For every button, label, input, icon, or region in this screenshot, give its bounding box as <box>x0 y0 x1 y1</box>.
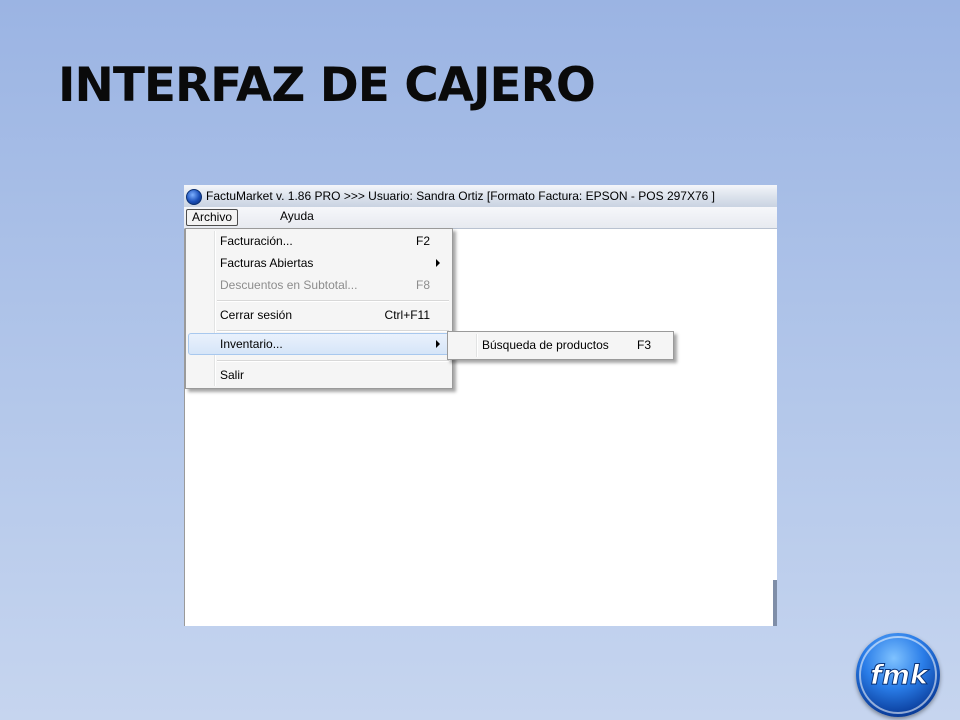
app-icon <box>186 189 202 205</box>
menu-item-busqueda-productos[interactable]: Búsqueda de productos F3 <box>450 334 671 356</box>
menu-item-label: Búsqueda de productos <box>482 338 609 352</box>
menu-item-label: Salir <box>220 368 245 382</box>
archivo-dropdown: Facturación... F2 Facturas Abiertas Desc… <box>185 228 453 389</box>
menu-item-inventario[interactable]: Inventario... <box>188 333 450 355</box>
menu-item-salir[interactable]: Salir <box>188 364 450 386</box>
menu-item-label: Inventario... <box>220 337 283 351</box>
menu-item-shortcut: F3 <box>636 338 651 352</box>
menu-item-shortcut: Ctrl+F11 <box>384 308 430 322</box>
menu-item-label: Descuentos en Subtotal... <box>220 278 358 292</box>
submenu-arrow-icon <box>436 340 440 348</box>
logo-lettering: fmk <box>870 660 931 692</box>
fmk-logo-icon: fmk <box>856 633 940 717</box>
menu-bar: Archivo Ayuda <box>184 207 777 229</box>
window-title: FactuMarket v. 1.86 PRO >>> Usuario: San… <box>206 189 715 203</box>
menu-separator <box>217 360 449 362</box>
menu-item-cerrar-sesion[interactable]: Cerrar sesión Ctrl+F11 <box>188 304 450 326</box>
menu-ayuda[interactable]: Ayuda <box>275 209 319 224</box>
menu-item-facturas-abiertas[interactable]: Facturas Abiertas <box>188 252 450 274</box>
title-bar[interactable]: FactuMarket v. 1.86 PRO >>> Usuario: San… <box>184 185 777 208</box>
menu-item-label: Facturación... <box>220 234 293 248</box>
inventario-submenu: Búsqueda de productos F3 <box>447 331 674 360</box>
menu-item-descuentos-subtotal: Descuentos en Subtotal... F8 <box>188 274 450 296</box>
menu-item-shortcut: F2 <box>415 234 430 248</box>
menu-item-label: Cerrar sesión <box>220 308 293 322</box>
menu-item-label: Facturas Abiertas <box>220 256 314 270</box>
logo-text: fmk <box>870 660 930 691</box>
window-edge <box>773 580 777 626</box>
slide-title: INTERFAZ DE CAJERO <box>58 58 596 113</box>
menu-item-shortcut: F8 <box>415 278 430 292</box>
menu-item-facturacion[interactable]: Facturación... F2 <box>188 230 450 252</box>
menu-separator <box>217 330 449 332</box>
menu-separator <box>217 300 449 302</box>
submenu-arrow-icon <box>436 259 440 267</box>
menu-archivo[interactable]: Archivo <box>186 209 239 226</box>
